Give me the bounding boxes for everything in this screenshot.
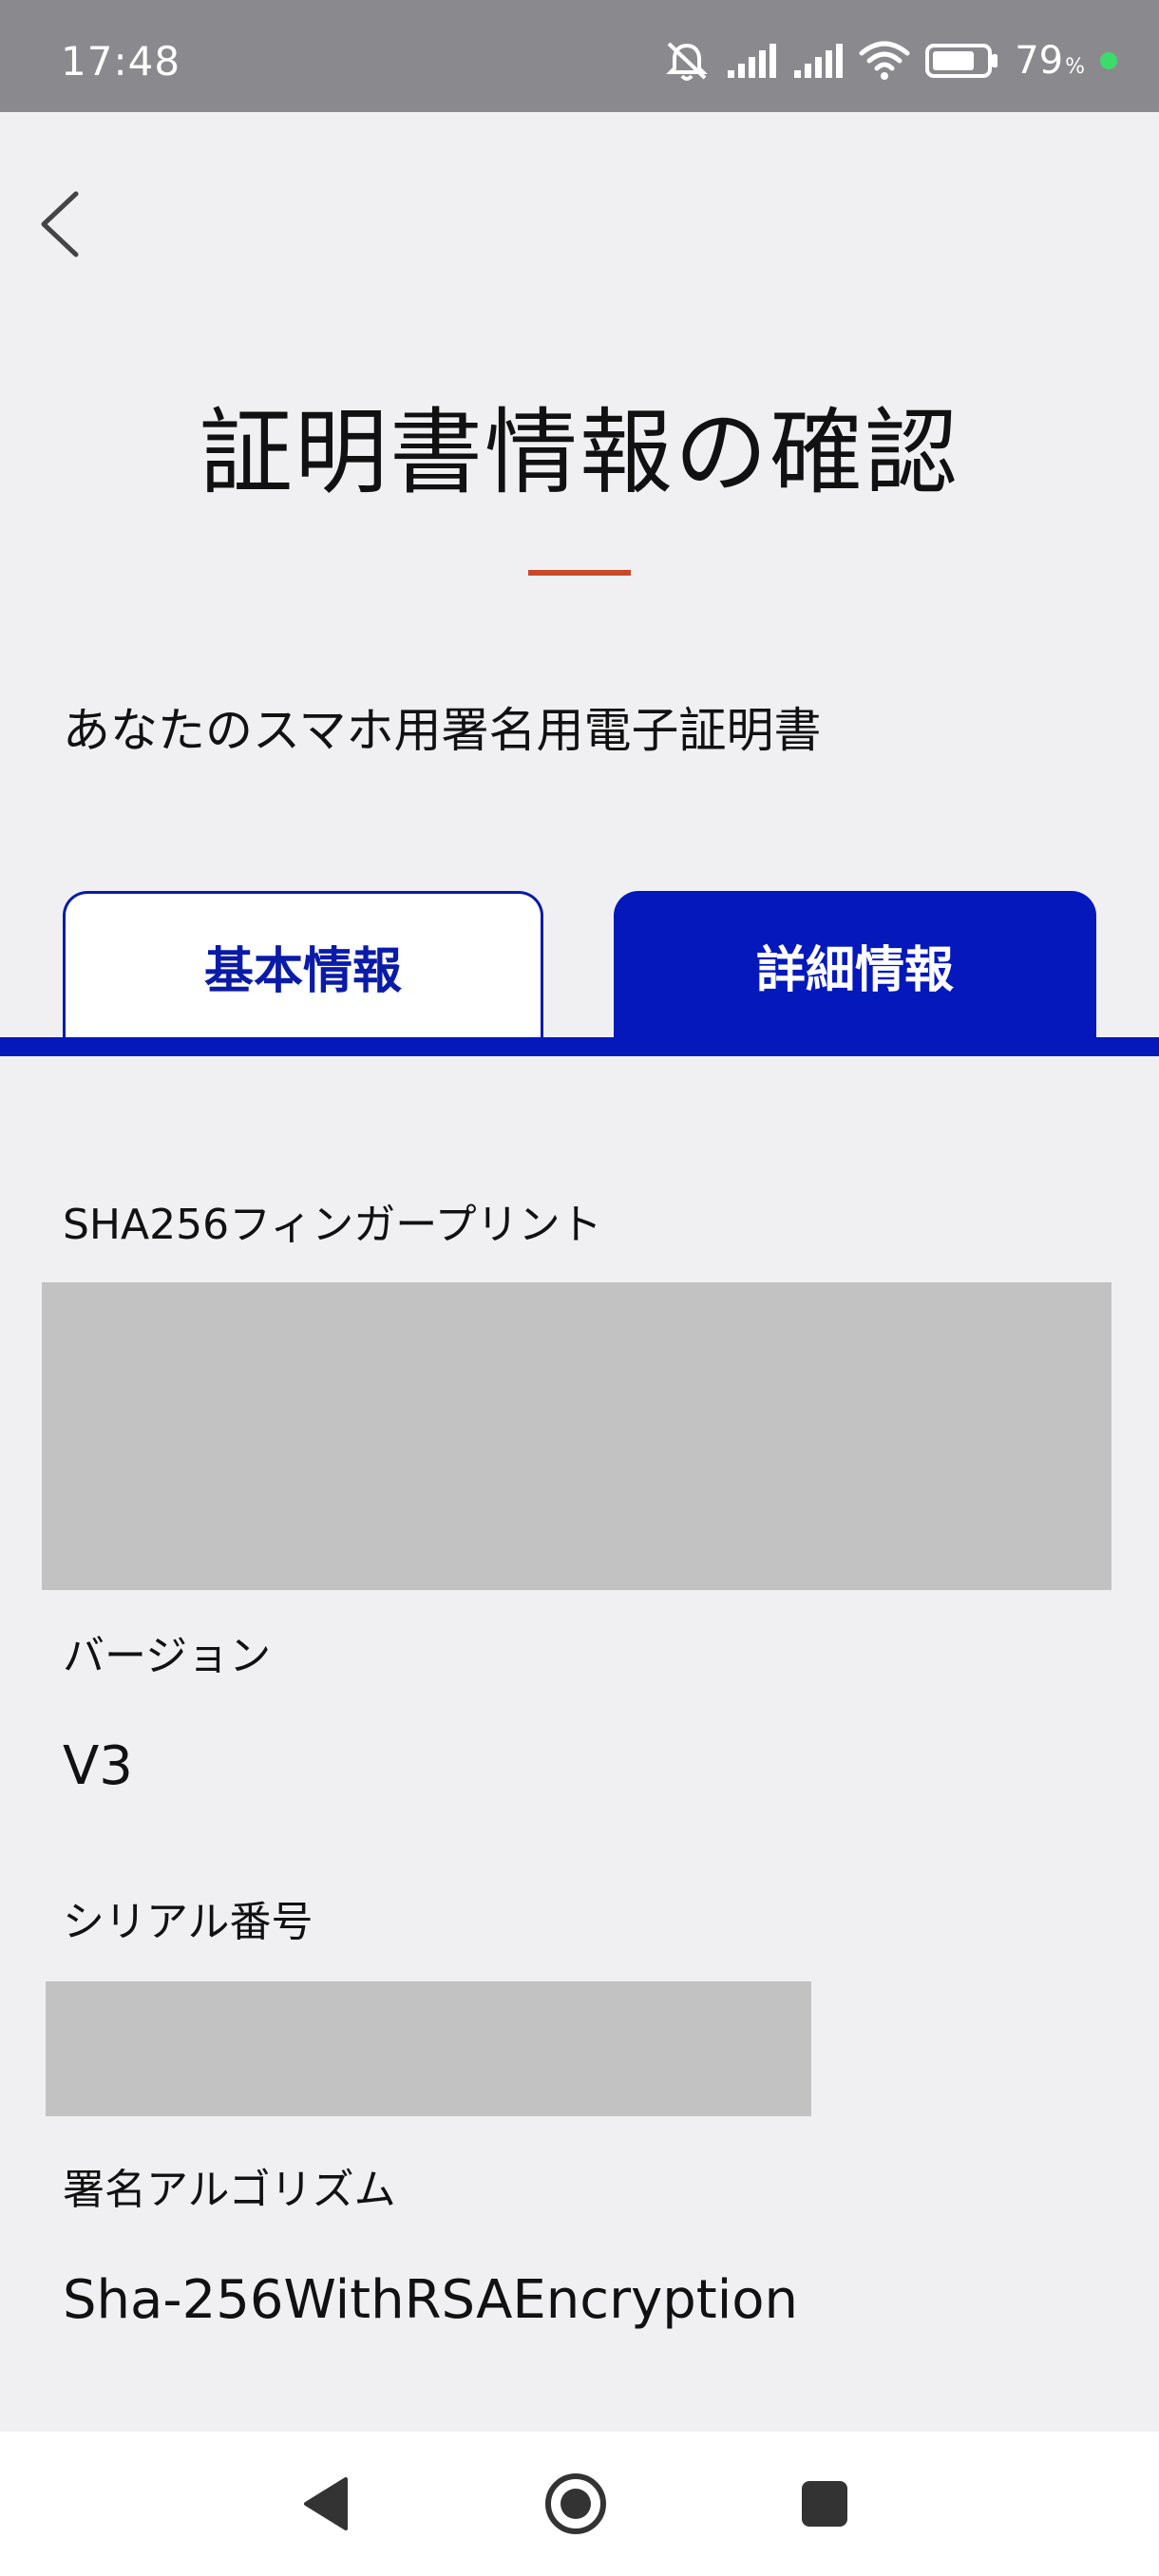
recents-square-icon xyxy=(802,2481,847,2527)
mute-icon xyxy=(663,40,711,82)
tab-underline-bar xyxy=(0,1037,1159,1056)
title-underline xyxy=(528,570,631,576)
nav-home-button[interactable] xyxy=(538,2466,614,2542)
page-title: 証明書情報の確認 xyxy=(199,399,960,507)
fingerprint-value-redacted xyxy=(42,1282,1112,1590)
status-time: 17:48 xyxy=(61,38,181,85)
battery-percent: 79% xyxy=(1015,39,1085,83)
status-icons: 79% xyxy=(663,36,1117,85)
certificate-name: あなたのスマホ用署名用電子証明書 xyxy=(63,703,822,758)
serial-number-label: シリアル番号 xyxy=(63,1898,314,1946)
status-bar: 17:48 79 % xyxy=(0,0,1159,112)
nav-back-button[interactable] xyxy=(289,2466,365,2542)
navigation-bar xyxy=(0,2432,1159,2576)
chevron-left-icon xyxy=(41,191,79,257)
wifi-icon xyxy=(859,40,910,82)
fingerprint-label: SHA256フィンガープリント xyxy=(63,1201,602,1249)
battery-icon xyxy=(925,42,999,80)
serial-number-value-redacted xyxy=(46,1981,811,2116)
tab-basic-info[interactable]: 基本情報 xyxy=(63,891,543,1039)
signal-icon xyxy=(792,42,844,80)
signature-algorithm-value: Sha-256WithRSAEncryption xyxy=(63,2269,799,2331)
version-value: V3 xyxy=(63,1735,133,1797)
back-button[interactable] xyxy=(27,180,93,266)
nav-recents-button[interactable] xyxy=(787,2466,863,2542)
back-triangle-icon xyxy=(304,2477,348,2530)
privacy-indicator-dot xyxy=(1100,52,1117,69)
version-label: バージョン xyxy=(63,1632,272,1680)
signal-icon xyxy=(726,42,777,80)
home-circle-icon xyxy=(545,2473,606,2534)
tab-detail-info[interactable]: 詳細情報 xyxy=(614,891,1096,1039)
signature-algorithm-label: 署名アルゴリズム xyxy=(63,2166,396,2214)
